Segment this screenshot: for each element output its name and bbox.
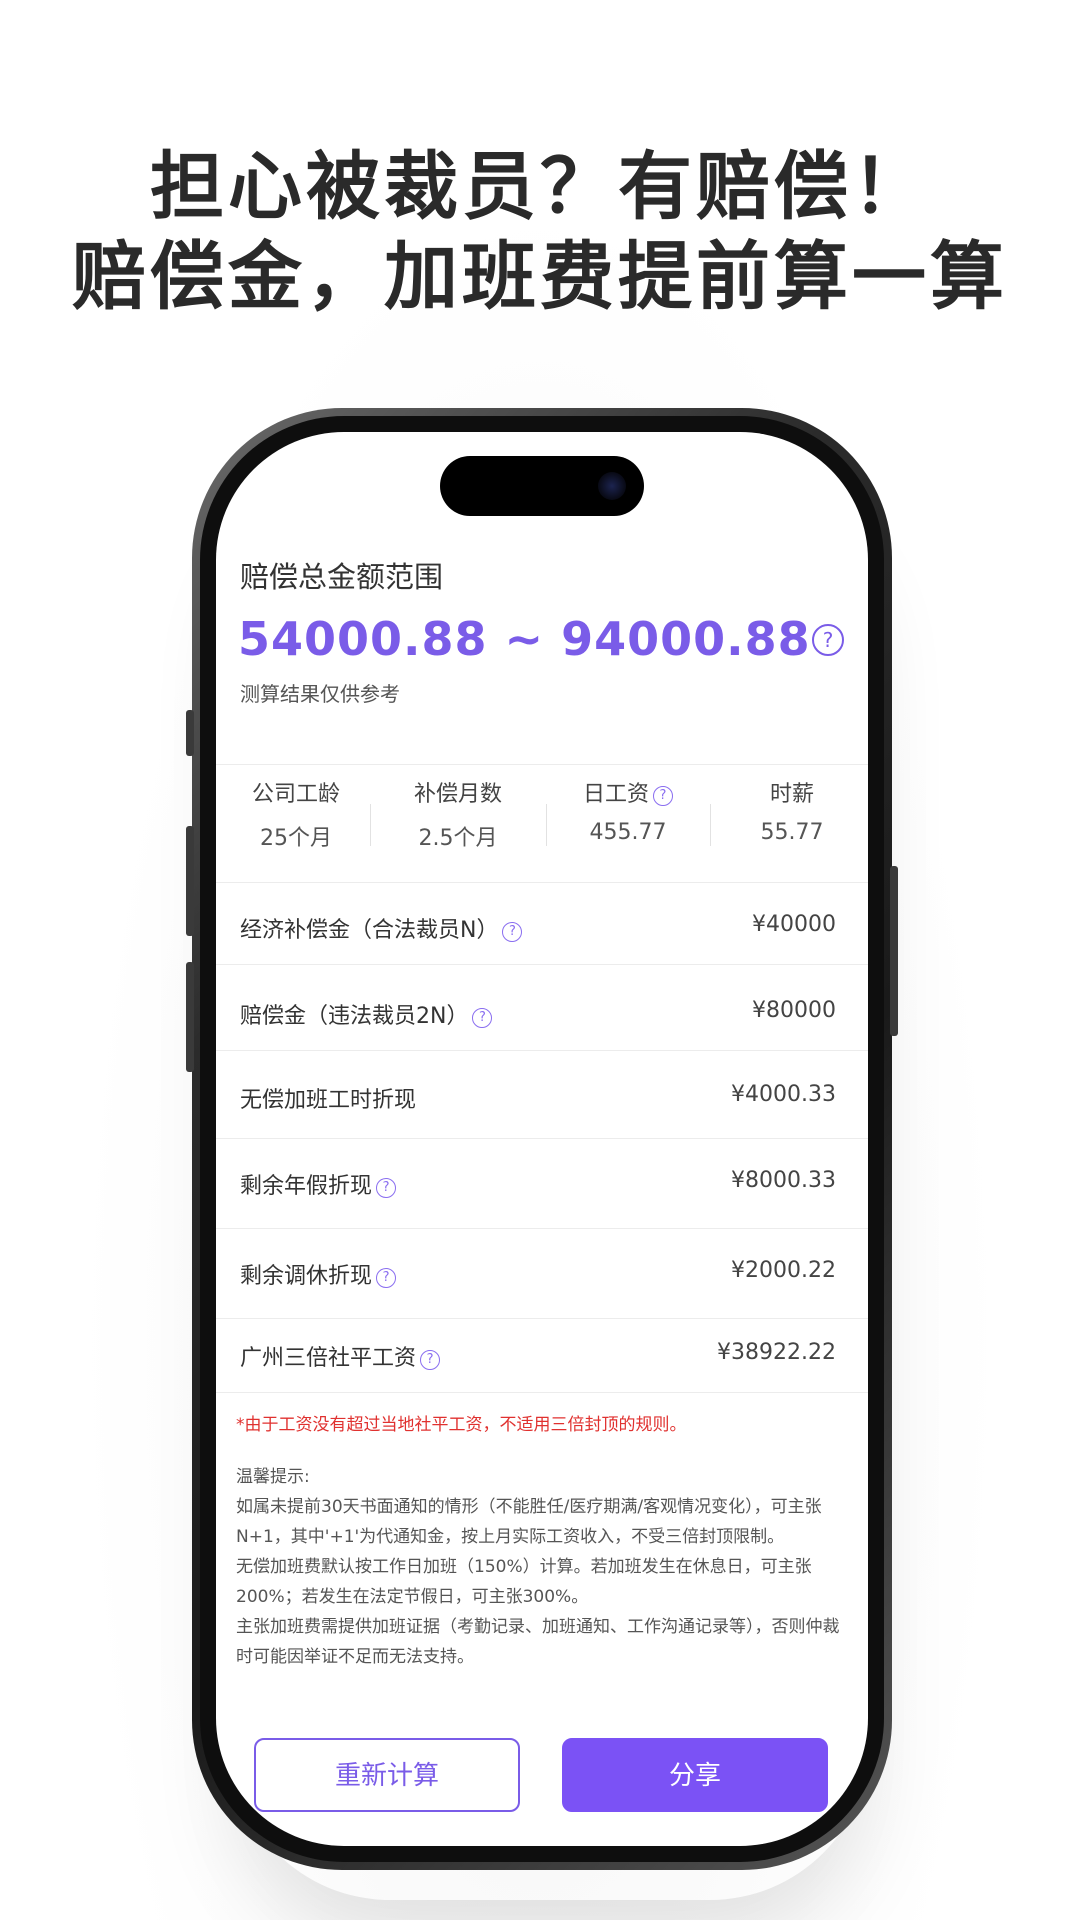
question-circle-icon[interactable]: ? [376,1178,397,1198]
result-note: 测算结果仅供参考 [240,682,400,706]
divider [216,1228,868,1229]
question-circle-icon[interactable]: ? [472,1008,493,1028]
divider [216,882,868,883]
divider [216,1318,868,1319]
tips-paragraph: 如属未提前30天书面通知的情形（不能胜任/医疗期满/客观情况变化），可主张N+1… [236,1497,822,1547]
stat-tenure: 公司工龄 25个月 [216,764,376,852]
stat-label: 补偿月数 [413,782,502,807]
camera-icon [598,472,626,500]
row-label: 赔偿金（违法裁员2N） [240,1004,469,1029]
divider [216,1392,868,1393]
stat-value: 55.77 [760,820,824,845]
row-label: 无偿加班工时折现 [240,1088,417,1113]
stat-separator [546,804,547,846]
power-button [890,866,898,1036]
stat-separator [370,804,371,846]
row-value: ¥8000.33 [731,1168,836,1193]
row-label: 广州三倍社平工资 [240,1346,417,1371]
share-button[interactable]: 分享 [562,1738,828,1812]
stat-separator [710,804,711,846]
stat-daily-wage: 日工资? 455.77 [548,764,708,845]
row-value: ¥80000 [752,998,836,1023]
warning-text: *由于工资没有超过当地社平工资，不适用三倍封顶的规则。 [236,1415,687,1435]
tips-paragraph: 主张加班费需提供加班证据（考勤记录、加班通知、工作沟通记录等），否则仲裁时可能因… [236,1617,840,1667]
action-button [186,710,194,756]
question-circle-icon[interactable]: ? [502,922,523,942]
stat-label: 公司工龄 [251,782,340,807]
stat-label: 日工资 [582,782,649,807]
divider [216,1050,868,1051]
stat-value: 2.5个月 [418,826,498,851]
stat-value: 25个月 [260,826,332,851]
row-value: ¥38922.22 [717,1340,836,1365]
row-label: 经济补偿金（合法裁员N） [240,918,499,943]
divider [216,964,868,965]
row-value: ¥4000.33 [731,1082,836,1107]
recalculate-button[interactable]: 重新计算 [254,1738,520,1812]
row-value: ¥40000 [752,912,836,937]
question-circle-icon[interactable]: ? [420,1350,441,1370]
result-amount: 54000.88 ~ 94000.88 [238,612,811,666]
question-circle-icon[interactable]: ? [376,1268,397,1288]
tips-paragraph: 无偿加班费默认按工作日加班（150%）计算。若加班发生在休息日，可主张200%；… [236,1557,812,1607]
row-label: 剩余调休折现 [240,1264,373,1289]
stat-hourly-wage: 时薪 55.77 [712,764,868,845]
tips-section: 温馨提示: 如属未提前30天书面通知的情形（不能胜任/医疗期满/客观情况变化），… [236,1462,852,1672]
dynamic-island [440,456,644,516]
promo-page: 担心被裁员？有赔偿！ 赔偿金，加班费提前算一算 赔偿总金额范围 54000.88… [0,0,1080,1920]
stat-label: 时薪 [769,782,814,807]
phone-screen: 赔偿总金额范围 54000.88 ~ 94000.88 ? 测算结果仅供参考 公… [216,432,868,1846]
row-label: 剩余年假折现 [240,1174,373,1199]
question-circle-icon[interactable]: ? [812,624,844,656]
volume-down-button [186,962,194,1072]
row-value: ¥2000.22 [731,1258,836,1283]
stats-bar: 公司工龄 25个月 补偿月数 2.5个月 日工资? 455.77 时薪 55.7… [216,764,868,864]
stat-value: 455.77 [589,820,667,845]
headline-line-1: 担心被裁员？有赔偿！ [150,144,930,230]
question-circle-icon[interactable]: ? [653,786,673,806]
divider [216,1138,868,1139]
result-title: 赔偿总金额范围 [240,560,444,594]
volume-up-button [186,826,194,936]
headline-line-2: 赔偿金，加班费提前算一算 [72,234,1008,320]
stat-months: 补偿月数 2.5个月 [378,764,538,852]
tips-title: 温馨提示: [236,1467,310,1487]
